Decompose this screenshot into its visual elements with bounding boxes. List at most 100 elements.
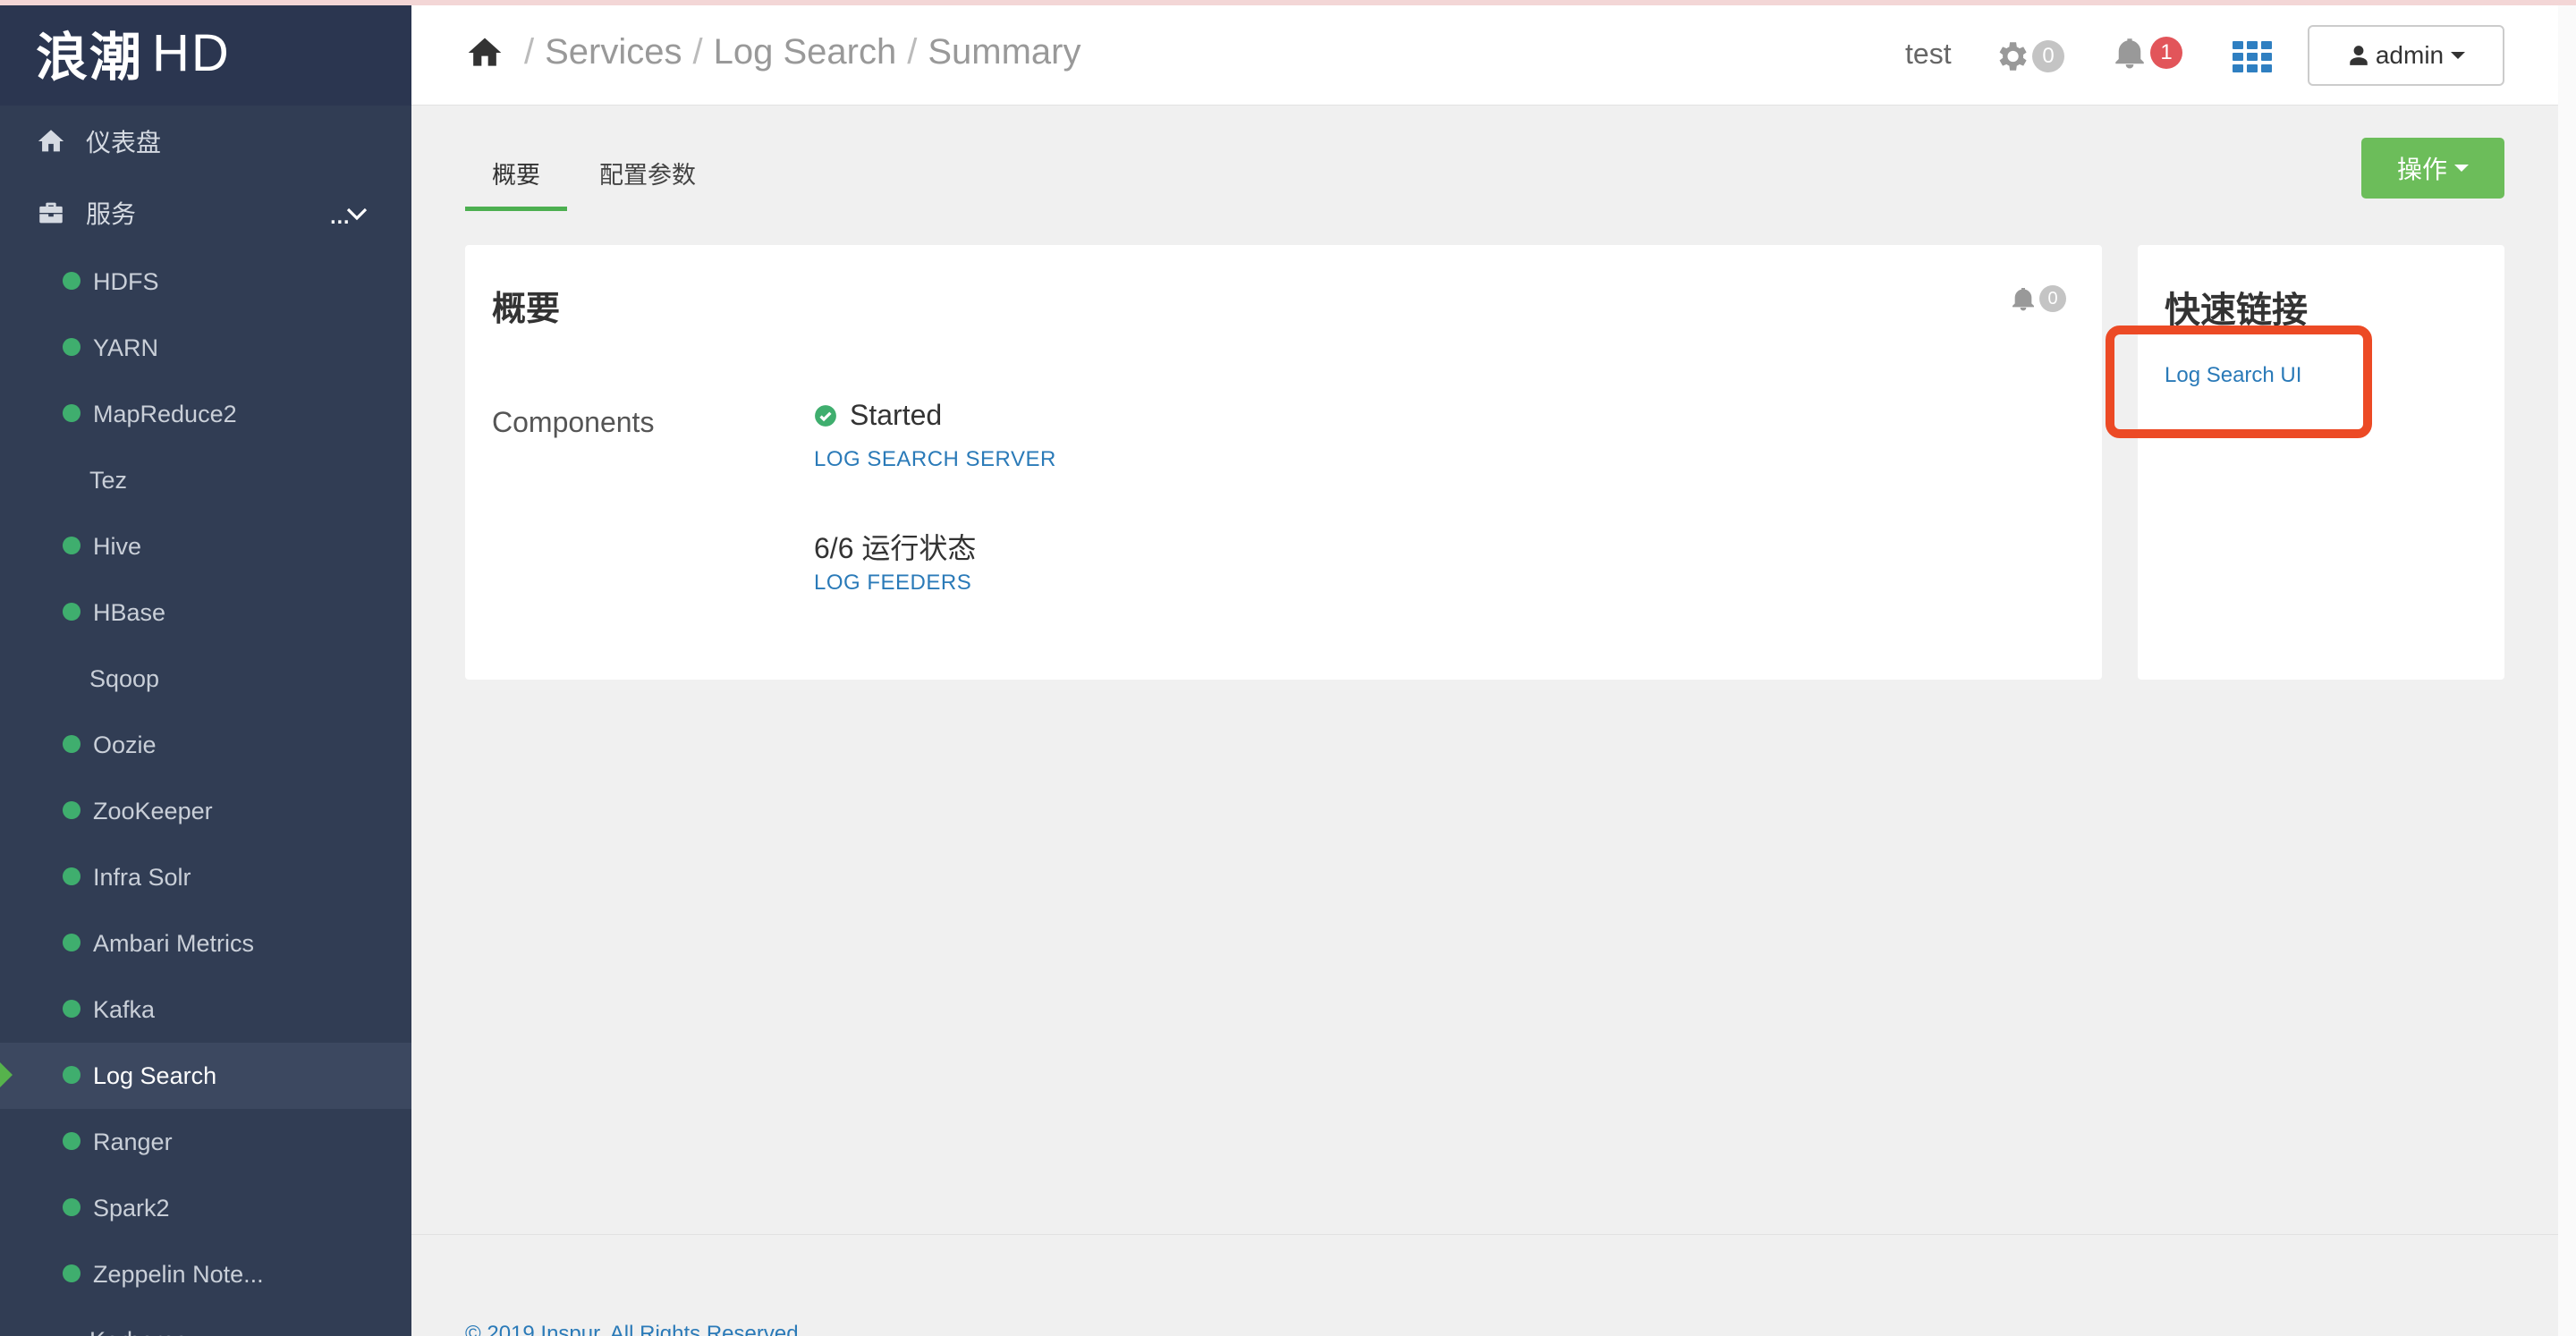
service-actions-label: 操作: [2396, 156, 2447, 183]
footer-divider: [411, 1234, 2558, 1235]
sidebar-item-label: ZooKeeper: [93, 797, 213, 824]
sidebar-item-label: Kerberos: [89, 1327, 188, 1336]
tab-configs[interactable]: 配置参数: [572, 150, 723, 211]
sidebar-item-mapreduce2[interactable]: MapReduce2: [0, 381, 411, 447]
brand-logo[interactable]: 浪潮 HD: [0, 0, 411, 106]
cluster-name: test: [1905, 38, 1952, 70]
sidebar-item-label: Kafka: [93, 995, 156, 1023]
alerts-button[interactable]: 1: [2111, 34, 2182, 72]
background-ops-button[interactable]: 0: [1993, 38, 2064, 75]
service-alerts-badge: 0: [2039, 285, 2066, 312]
status-dot-icon: [63, 735, 80, 753]
sidebar-item-label: Ambari Metrics: [93, 929, 255, 957]
sidebar-item-zookeeper[interactable]: ZooKeeper: [0, 778, 411, 844]
log-search-server-link[interactable]: LOG SEARCH SERVER: [814, 447, 1056, 472]
sidebar-item-ambari-metrics[interactable]: Ambari Metrics: [0, 910, 411, 977]
breadcrumb-separator: /: [692, 32, 703, 72]
sidebar-item-kerberos[interactable]: Kerberos: [0, 1307, 411, 1336]
caret-down-icon: [2451, 52, 2466, 59]
top-header: / Services / Log Search / Summary test 0…: [411, 5, 2558, 106]
breadcrumb-service[interactable]: Log Search: [714, 32, 897, 72]
sidebar-item-label: Spark2: [93, 1194, 170, 1222]
sidebar-item-label: Infra Solr: [93, 863, 191, 891]
service-tabs: 概要 配置参数: [465, 150, 728, 211]
footer-copyright: © 2019 Inspur. All Rights Reserved.: [465, 1322, 805, 1336]
breadcrumb-services[interactable]: Services: [545, 32, 682, 72]
sidebar-item-label: 仪表盘: [86, 129, 162, 156]
apps-grid-icon[interactable]: [2233, 41, 2272, 73]
sidebar-item-label: Log Search: [93, 1061, 217, 1089]
sidebar-item-tez[interactable]: Tez: [0, 447, 411, 513]
user-menu-label: admin: [2375, 41, 2445, 69]
breadcrumb-separator: /: [524, 32, 535, 72]
status-dot-icon: [63, 1264, 80, 1282]
sidebar-item-hdfs[interactable]: HDFS: [0, 249, 411, 315]
sidebar-item-log-search[interactable]: Log Search: [0, 1043, 411, 1109]
sidebar-item-sqoop[interactable]: Sqoop: [0, 646, 411, 712]
breadcrumb-current: Summary: [928, 32, 1081, 72]
brand-name: 浪潮: [36, 29, 144, 87]
sidebar: 浪潮 HD 仪表盘 服务 ... HDFS YARN MapReduce2 Tez Hi…: [0, 0, 411, 1336]
status-dot-icon: [63, 404, 80, 422]
sidebar-item-label: 服务: [86, 200, 137, 228]
home-icon[interactable]: [465, 33, 504, 72]
summary-title: 概要: [492, 291, 561, 328]
chevron-down-icon[interactable]: [343, 200, 370, 227]
sidebar-item-label: Zeppelin Note...: [93, 1260, 264, 1288]
status-dot-icon: [63, 338, 80, 356]
status-dot-icon: [63, 1132, 80, 1150]
sidebar-item-zeppelin-note[interactable]: Zeppelin Note...: [0, 1241, 411, 1307]
sidebar-item-label: Oozie: [93, 731, 157, 758]
log-feeders-link[interactable]: LOG FEEDERS: [814, 571, 971, 596]
sidebar-item-ranger[interactable]: Ranger: [0, 1109, 411, 1175]
caret-down-icon: [2454, 165, 2469, 172]
feeders-running-status: 6/6 运行状态: [814, 532, 977, 564]
sidebar-item-label: HDFS: [93, 267, 159, 295]
sidebar-item-yarn[interactable]: YARN: [0, 315, 411, 381]
status-dot-icon: [63, 1198, 80, 1216]
alerts-count-badge: 1: [2150, 37, 2182, 69]
service-alerts-button[interactable]: 0: [2009, 284, 2066, 313]
sidebar-item-dashboard[interactable]: 仪表盘: [0, 106, 411, 177]
status-dot-icon: [63, 537, 80, 554]
service-list: HDFS YARN MapReduce2 Tez Hive HBase Sqoop Oozie…: [0, 249, 411, 1336]
sidebar-item-oozie[interactable]: Oozie: [0, 712, 411, 778]
status-dot-icon: [63, 1000, 80, 1018]
sidebar-item-hive[interactable]: Hive: [0, 513, 411, 579]
summary-panel: 概要 0 Components Started LOG SEARCH SERVE…: [465, 245, 2102, 680]
service-actions-button[interactable]: 操作: [2361, 138, 2504, 199]
status-dot-icon: [63, 934, 80, 951]
status-dot-icon: [63, 272, 80, 290]
quick-links-panel: 快速链接 Log Search UI: [2138, 245, 2504, 680]
quick-links-title: 快速链接: [2165, 291, 2308, 330]
sidebar-item-hbase[interactable]: HBase: [0, 579, 411, 646]
user-menu-button[interactable]: admin: [2308, 25, 2504, 86]
sidebar-item-label: Tez: [89, 466, 128, 494]
sidebar-item-label: Hive: [93, 532, 142, 560]
bell-icon: [2115, 38, 2144, 69]
breadcrumb: / Services / Log Search / Summary: [465, 32, 1081, 72]
sidebar-item-spark2[interactable]: Spark2: [0, 1175, 411, 1241]
log-search-ui-link[interactable]: Log Search UI: [2165, 363, 2301, 388]
sidebar-item-label: MapReduce2: [93, 400, 237, 427]
status-dot-icon: [63, 801, 80, 819]
sidebar-item-infra-solr[interactable]: Infra Solr: [0, 844, 411, 910]
status-dot-icon: [63, 1066, 80, 1084]
gear-icon: [1999, 42, 2027, 71]
sidebar-item-label: Ranger: [93, 1128, 173, 1155]
server-status-text: Started: [850, 399, 943, 431]
home-icon: [38, 130, 64, 152]
server-status: Started: [814, 399, 942, 432]
bell-icon: [2012, 288, 2034, 311]
window-edge: [2558, 0, 2576, 1336]
sidebar-item-label: HBase: [93, 598, 166, 626]
sidebar-item-kafka[interactable]: Kafka: [0, 977, 411, 1043]
tab-summary[interactable]: 概要: [465, 150, 567, 211]
breadcrumb-separator: /: [907, 32, 918, 72]
sidebar-item-services[interactable]: 服务 ...: [0, 177, 411, 249]
status-dot-icon: [63, 603, 80, 621]
check-circle-icon: [815, 404, 836, 427]
user-icon: [2350, 46, 2368, 65]
components-label: Components: [492, 406, 655, 438]
ops-count-badge: 0: [2032, 40, 2064, 72]
